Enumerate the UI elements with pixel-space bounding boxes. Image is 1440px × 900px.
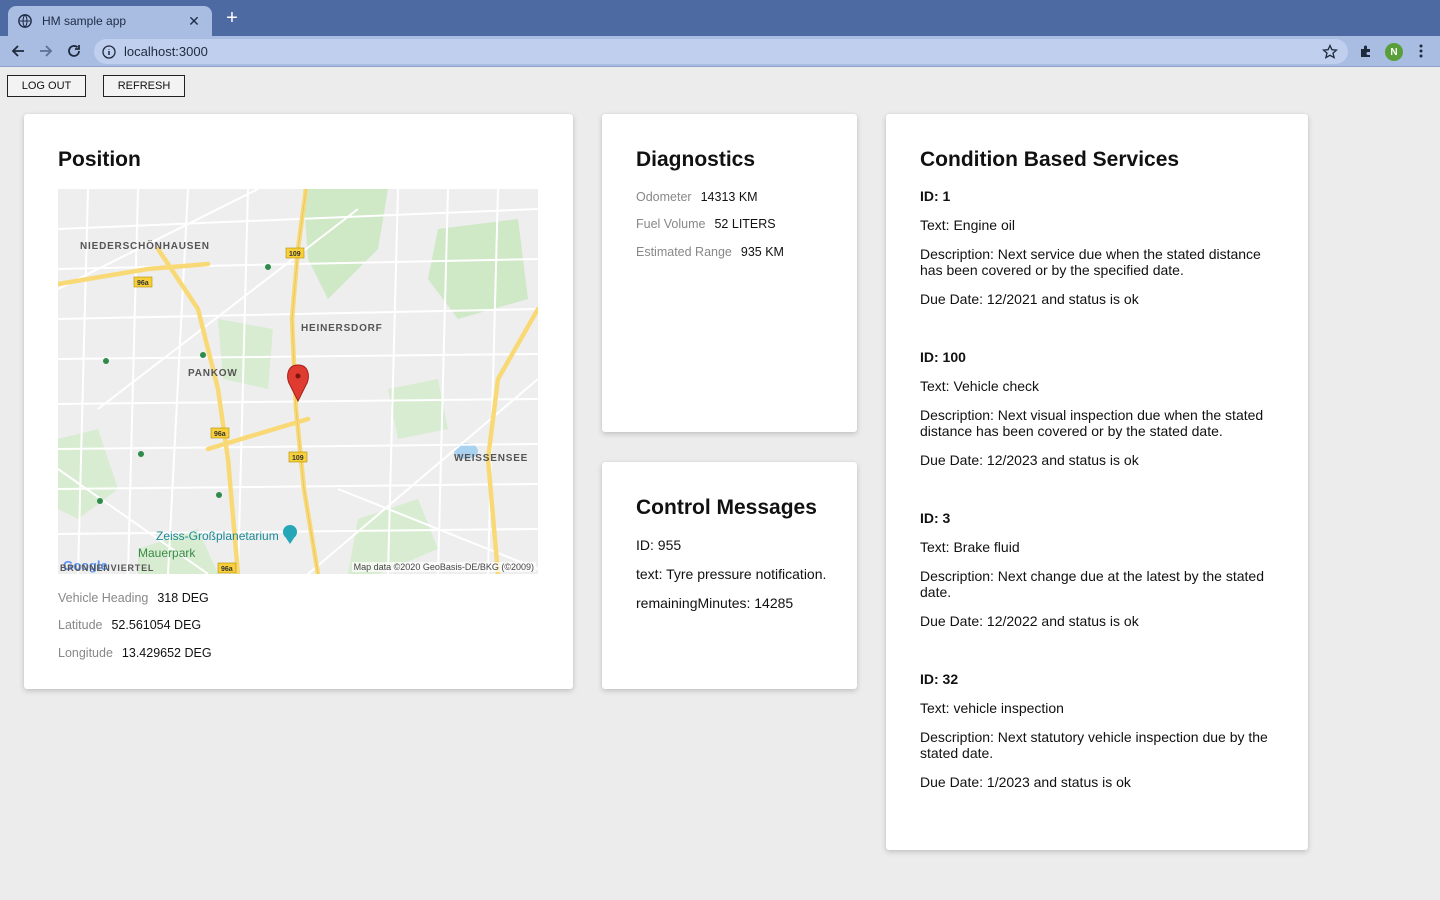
map-label-pankow: PANKOW	[188, 368, 238, 379]
control-message-id: ID: 955	[636, 537, 682, 553]
map[interactable]: 109 96a 96a 109 96a Google NIEDERSCHÖNHA…	[58, 189, 538, 574]
logout-button[interactable]: LOG OUT	[7, 75, 86, 97]
address-bar[interactable]: localhost:3000	[94, 39, 1348, 64]
reload-icon[interactable]	[64, 41, 84, 61]
cbs-item-due: Due Date: 12/2023 and status is ok	[920, 452, 1139, 468]
estimated-range-value: 935 KM	[740, 245, 784, 259]
control-messages-title: Control Messages	[636, 496, 817, 519]
close-tab-icon[interactable]: ✕	[186, 13, 202, 30]
cbs-card: Condition Based Services ID: 1 Text: Eng…	[886, 114, 1308, 850]
latitude-row: Latitude 52.561054 DEG	[58, 618, 201, 632]
cbs-item-due: Due Date: 12/2021 and status is ok	[920, 291, 1139, 307]
profile-avatar[interactable]: N	[1385, 43, 1403, 61]
vehicle-heading-label: Vehicle Heading	[58, 591, 149, 605]
cbs-item-id: ID: 32	[920, 671, 959, 687]
estimated-range-row: Estimated Range 935 KM	[636, 245, 784, 259]
map-label-niederschonhausen: NIEDERSCHÖNHAUSEN	[80, 241, 210, 252]
diagnostics-title: Diagnostics	[636, 148, 756, 171]
info-icon[interactable]	[102, 44, 116, 59]
longitude-label: Longitude	[58, 646, 113, 660]
cbs-item-text: Text: Engine oil	[920, 217, 1015, 233]
globe-icon	[18, 14, 32, 28]
bookmark-star-icon[interactable]	[1322, 43, 1338, 60]
map-label-viertel: BRUNNENVIERTEL	[60, 563, 155, 573]
fuel-volume-label: Fuel Volume	[636, 217, 706, 231]
longitude-row: Longitude 13.429652 DEG	[58, 646, 212, 660]
cbs-item-text: Text: Brake fluid	[920, 539, 1020, 555]
longitude-value: 13.429652 DEG	[121, 646, 212, 660]
cbs-item-id: ID: 1	[920, 188, 951, 204]
control-message-text: text: Tyre pressure notification.	[636, 566, 827, 582]
browser-tab[interactable]: HM sample app ✕	[8, 6, 212, 36]
extensions-icon[interactable]	[1356, 41, 1376, 61]
fuel-volume-value: 52 LITERS	[714, 217, 776, 231]
svg-text:96a: 96a	[137, 280, 149, 287]
map-label-weissensee: WEISSENSEE	[454, 453, 529, 464]
fuel-volume-row: Fuel Volume 52 LITERS	[636, 217, 776, 231]
cbs-item-description: Description: Next visual inspection due …	[920, 407, 1264, 439]
odometer-label: Odometer	[636, 190, 692, 204]
control-messages-card: Control Messages ID: 955 text: Tyre pres…	[602, 462, 857, 689]
position-card: Position 109 96a 96a 109 96a Google NIED…	[24, 114, 573, 689]
diagnostics-card: Diagnostics Odometer 14313 KM Fuel Volume…	[602, 114, 857, 432]
svg-text:109: 109	[292, 455, 304, 462]
cbs-item-due: Due Date: 1/2023 and status is ok	[920, 774, 1131, 790]
cbs-item-description: Description: Next change due at the late…	[920, 568, 1264, 600]
estimated-range-label: Estimated Range	[636, 245, 732, 259]
vehicle-heading-value: 318 DEG	[157, 591, 209, 605]
back-arrow-icon[interactable]	[8, 41, 28, 61]
odometer-value: 14313 KM	[700, 190, 758, 204]
odometer-row: Odometer 14313 KM	[636, 190, 758, 204]
map-credit[interactable]: Map data ©2020 GeoBasis-DE/BKG (©2009)	[351, 562, 536, 572]
latitude-label: Latitude	[58, 618, 103, 632]
more-menu-icon[interactable]	[1411, 41, 1431, 61]
new-tab-button[interactable]: +	[222, 8, 242, 28]
cbs-item-id: ID: 100	[920, 349, 966, 365]
svg-text:96a: 96a	[221, 566, 233, 573]
map-label-mauerpark: Mauerpark	[138, 546, 196, 560]
position-title: Position	[58, 148, 141, 171]
control-message-remaining: remainingMinutes: 14285	[636, 595, 794, 611]
svg-text:96a: 96a	[214, 431, 226, 438]
tab-title: HM sample app	[42, 14, 127, 28]
cbs-title: Condition Based Services	[920, 148, 1180, 171]
url-text[interactable]: localhost:3000	[124, 44, 1322, 59]
cbs-item-text: Text: Vehicle check	[920, 378, 1040, 394]
refresh-button[interactable]: REFRESH	[103, 75, 185, 97]
forward-arrow-icon[interactable]	[36, 41, 56, 61]
vehicle-heading-row: Vehicle Heading 318 DEG	[58, 591, 209, 605]
map-label-zeiss: Zeiss-Großplanetarium	[156, 529, 279, 543]
latitude-value: 52.561054 DEG	[111, 618, 202, 632]
svg-text:109: 109	[289, 251, 301, 258]
cbs-item-description: Description: Next statutory vehicle insp…	[920, 729, 1268, 761]
cbs-item-text: Text: vehicle inspection	[920, 700, 1064, 716]
browser-toolbar: localhost:3000 N	[0, 36, 1440, 67]
browser-tab-bar: HM sample app ✕ +	[0, 0, 1440, 36]
cbs-item-id: ID: 3	[920, 510, 951, 526]
cbs-item-due: Due Date: 12/2022 and status is ok	[920, 613, 1139, 629]
map-label-heinersdorf: HEINERSDORF	[301, 323, 383, 334]
cbs-item-description: Description: Next service due when the s…	[920, 246, 1261, 278]
